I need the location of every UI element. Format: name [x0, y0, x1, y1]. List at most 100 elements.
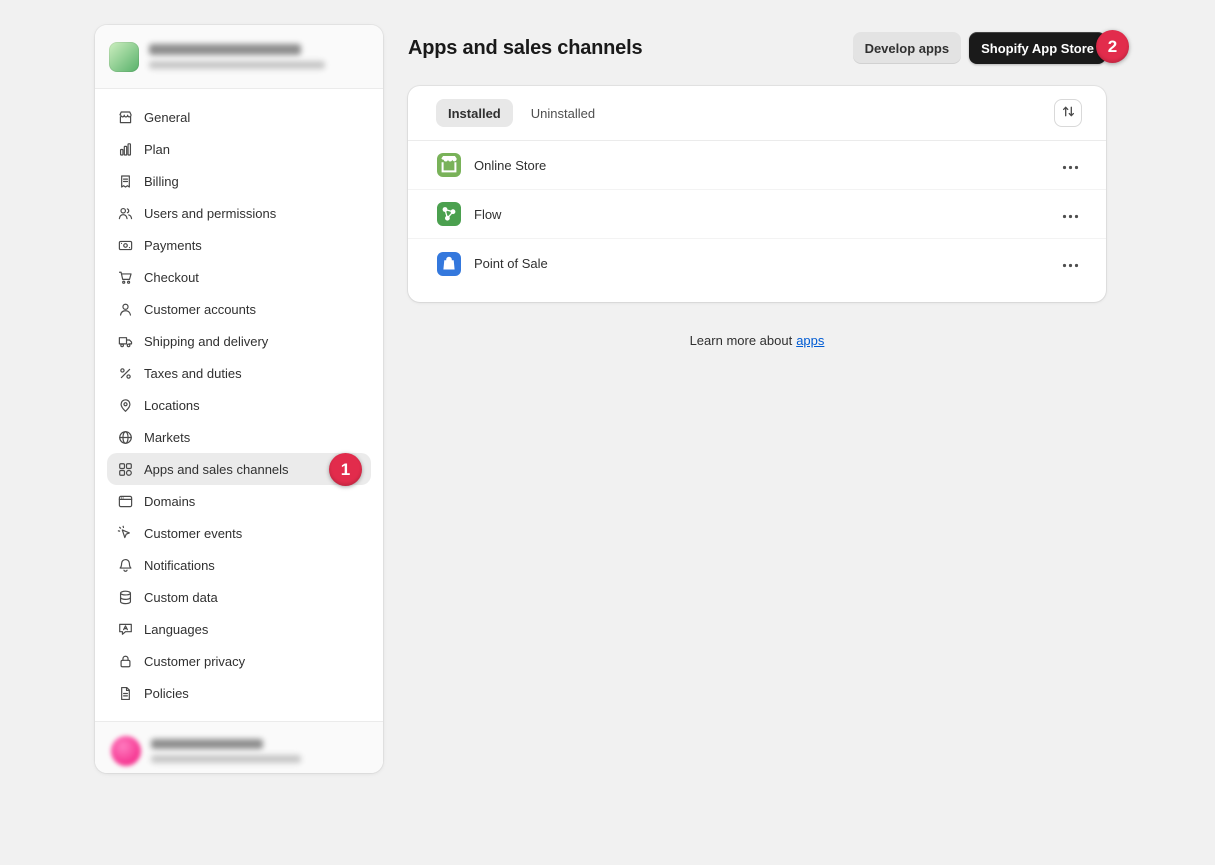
page-header: Apps and sales channels Develop apps Sho…: [408, 31, 1106, 65]
sidebar-item-label: Apps and sales channels: [144, 462, 289, 477]
app-row-point-of-sale: Point of Sale: [408, 239, 1106, 288]
sidebar-item-payments[interactable]: Payments: [107, 229, 371, 261]
user-identity: [151, 739, 301, 763]
sidebar-item-label: Notifications: [144, 558, 215, 573]
sidebar-item-label: Shipping and delivery: [144, 334, 268, 349]
shipping-truck-icon: [115, 331, 135, 351]
sidebar-item-locations[interactable]: Locations: [107, 389, 371, 421]
sidebar-item-custom-data[interactable]: Custom data: [107, 581, 371, 613]
sidebar-item-label: Users and permissions: [144, 206, 276, 221]
sidebar-item-label: Languages: [144, 622, 208, 637]
sidebar-item-label: Domains: [144, 494, 195, 509]
online-store-app-icon: [436, 152, 462, 178]
markets-globe-icon: [115, 427, 135, 447]
apps-help-link[interactable]: apps: [796, 333, 824, 348]
sidebar-item-label: Markets: [144, 430, 190, 445]
tabs-row: InstalledUninstalled: [408, 86, 1106, 141]
three-dots-icon: [1062, 158, 1079, 173]
customer-accounts-icon: [115, 299, 135, 319]
annotation-badge-2: 2: [1096, 30, 1129, 63]
sidebar-item-label: Policies: [144, 686, 189, 701]
flow-app-icon: [436, 201, 462, 227]
sidebar-item-label: Locations: [144, 398, 200, 413]
sidebar-item-customer-events[interactable]: Customer events: [107, 517, 371, 549]
three-dots-icon: [1062, 256, 1079, 271]
three-dots-icon: [1062, 207, 1079, 222]
store-header[interactable]: [95, 25, 383, 89]
store-email-redacted: [149, 61, 325, 69]
app-name: Point of Sale: [474, 256, 548, 271]
sidebar-item-label: Custom data: [144, 590, 218, 605]
users-icon: [115, 203, 135, 223]
sidebar-item-label: Customer events: [144, 526, 242, 541]
checkout-cart-icon: [115, 267, 135, 287]
sidebar-item-customer-accounts[interactable]: Customer accounts: [107, 293, 371, 325]
sidebar-item-label: Payments: [144, 238, 202, 253]
apps-card: InstalledUninstalled Online Store Flow Poi…: [408, 86, 1106, 302]
store-avatar: [109, 42, 139, 72]
header-actions: Develop apps Shopify App Store: [853, 32, 1106, 64]
taxes-percent-icon: [115, 363, 135, 383]
point-of-sale-app-icon: [436, 251, 462, 277]
apps-grid-icon: [115, 459, 135, 479]
sort-arrows-icon: [1061, 104, 1076, 122]
app-row-flow: Flow: [408, 190, 1106, 239]
plan-chart-icon: [115, 139, 135, 159]
sidebar-item-notifications[interactable]: Notifications: [107, 549, 371, 581]
store-name-redacted: [149, 44, 301, 55]
sidebar-item-plan[interactable]: Plan: [107, 133, 371, 165]
sidebar-item-label: Billing: [144, 174, 179, 189]
sidebar-item-label: Checkout: [144, 270, 199, 285]
sidebar-item-checkout[interactable]: Checkout: [107, 261, 371, 293]
sidebar-item-label: Customer accounts: [144, 302, 256, 317]
payments-icon: [115, 235, 135, 255]
app-actions-menu-button[interactable]: [1060, 155, 1080, 175]
sidebar-item-label: Plan: [144, 142, 170, 157]
user-footer[interactable]: [95, 721, 383, 773]
billing-receipt-icon: [115, 171, 135, 191]
tabs: InstalledUninstalled: [436, 99, 607, 127]
installed-apps-list: Online Store Flow Point of Sale: [408, 141, 1106, 288]
sidebar-item-customer-privacy[interactable]: Customer privacy: [107, 645, 371, 677]
learn-more-label: Learn more about: [690, 333, 793, 348]
sidebar-item-shipping-and-delivery[interactable]: Shipping and delivery: [107, 325, 371, 357]
sidebar-item-domains[interactable]: Domains: [107, 485, 371, 517]
app-name: Online Store: [474, 158, 546, 173]
sort-button[interactable]: [1054, 99, 1082, 127]
learn-more-text: Learn more aboutapps: [408, 333, 1106, 348]
page-title: Apps and sales channels: [408, 37, 642, 60]
develop-apps-button[interactable]: Develop apps: [853, 32, 962, 64]
user-avatar: [111, 736, 141, 766]
domains-icon: [115, 491, 135, 511]
languages-icon: [115, 619, 135, 639]
app-actions-menu-button[interactable]: [1060, 204, 1080, 224]
policies-document-icon: [115, 683, 135, 703]
locations-pin-icon: [115, 395, 135, 415]
sidebar-item-users-and-permissions[interactable]: Users and permissions: [107, 197, 371, 229]
sidebar-item-markets[interactable]: Markets: [107, 421, 371, 453]
tab-uninstalled[interactable]: Uninstalled: [519, 99, 607, 127]
custom-data-database-icon: [115, 587, 135, 607]
privacy-lock-icon: [115, 651, 135, 671]
store-identity: [149, 44, 325, 69]
sidebar-item-label: General: [144, 110, 190, 125]
settings-nav: General Plan Billing Users and permissions P…: [95, 89, 383, 721]
store-icon: [115, 107, 135, 127]
notifications-bell-icon: [115, 555, 135, 575]
user-email-redacted: [151, 755, 301, 763]
app-row-online-store: Online Store: [408, 141, 1106, 190]
customer-events-cursor-icon: [115, 523, 135, 543]
sidebar-item-general[interactable]: General: [107, 101, 371, 133]
sidebar-item-taxes-and-duties[interactable]: Taxes and duties: [107, 357, 371, 389]
annotation-badge-1: 1: [329, 453, 362, 486]
settings-sidebar: General Plan Billing Users and permissions P…: [95, 25, 383, 773]
sidebar-item-billing[interactable]: Billing: [107, 165, 371, 197]
app-name: Flow: [474, 207, 501, 222]
sidebar-item-languages[interactable]: Languages: [107, 613, 371, 645]
sidebar-item-policies[interactable]: Policies: [107, 677, 371, 709]
app-actions-menu-button[interactable]: [1060, 254, 1080, 274]
shopify-app-store-button[interactable]: Shopify App Store: [969, 32, 1106, 64]
tab-installed[interactable]: Installed: [436, 99, 513, 127]
sidebar-item-label: Customer privacy: [144, 654, 245, 669]
sidebar-item-label: Taxes and duties: [144, 366, 242, 381]
